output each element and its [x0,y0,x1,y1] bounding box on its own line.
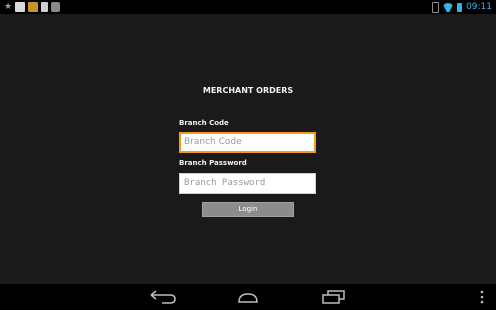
page-title: MERCHANT ORDERS [202,86,294,95]
system-icons: 09:11 [432,1,492,13]
notification-icons: ★ [4,1,60,13]
sd-card-icon [41,2,48,12]
login-button[interactable]: Login [202,202,294,217]
recents-icon[interactable] [318,289,348,305]
gallery-icon [51,2,60,12]
overflow-menu-icon[interactable] [477,289,487,305]
star-icon: ★ [4,2,13,12]
home-icon[interactable] [233,289,263,305]
navigation-bar [0,284,496,310]
app-icon [28,2,38,12]
branch-code-input[interactable]: Branch Code [179,132,316,153]
battery-icon [457,2,463,12]
app-icon [15,2,25,12]
wifi-icon [443,3,453,12]
clock: 09:11 [466,2,492,12]
status-bar: ★ 09:11 [0,0,496,14]
back-icon[interactable] [148,289,178,305]
branch-password-label: Branch Password [179,159,247,167]
bluetooth-icon [432,1,440,13]
branch-code-label: Branch Code [179,119,229,127]
branch-password-input[interactable]: Branch Password [179,173,316,194]
